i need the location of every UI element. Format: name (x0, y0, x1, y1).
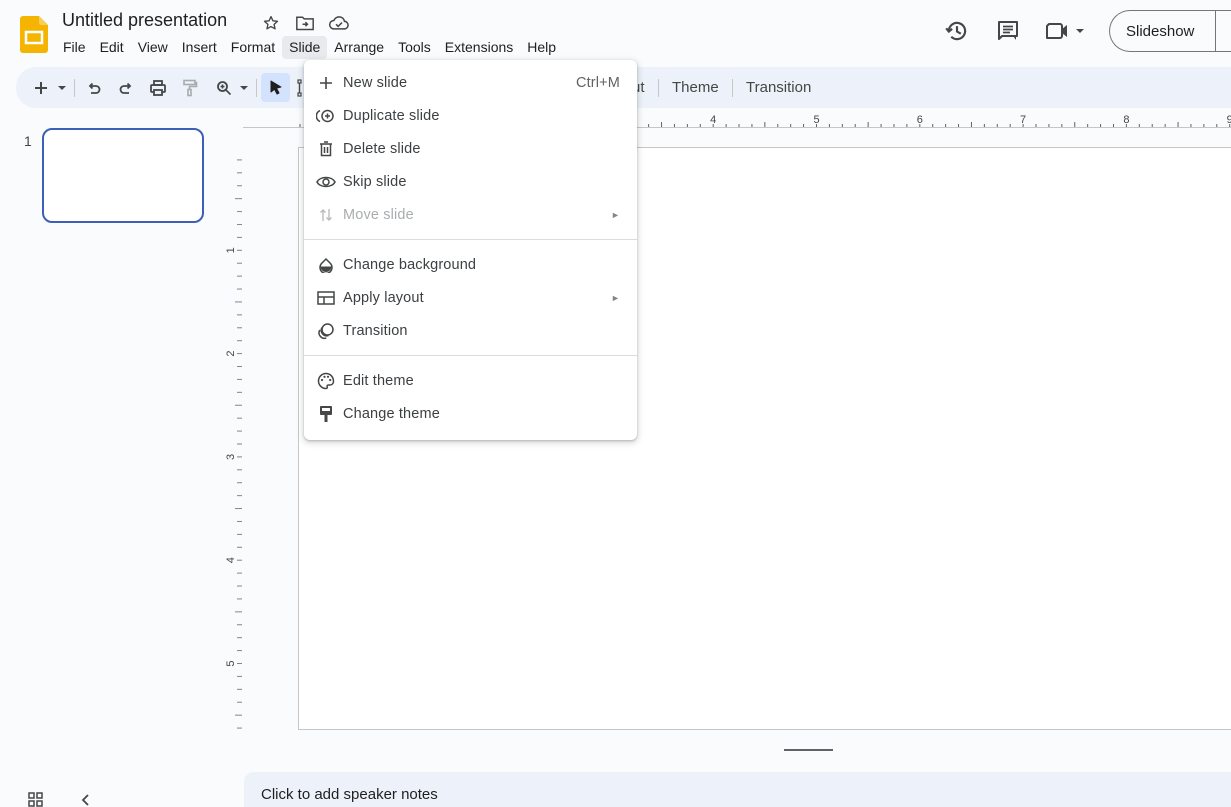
version-history-icon[interactable] (937, 11, 977, 51)
speaker-notes[interactable]: Click to add speaker notes (244, 772, 1231, 807)
palette-icon (316, 371, 336, 391)
background-drop-icon (316, 255, 336, 275)
new-slide-icon[interactable] (32, 67, 50, 108)
ruler-label: 1 (226, 247, 237, 253)
paint-roller-icon (316, 404, 336, 424)
menubar: File Edit View Insert Format Slide Arran… (56, 36, 563, 59)
menu-item-apply-layout[interactable]: Apply layout ► (304, 281, 637, 314)
eye-icon (316, 172, 336, 192)
ruler-label: 2 (226, 351, 237, 357)
move-to-folder-icon[interactable] (294, 12, 316, 34)
plus-icon (316, 73, 336, 93)
menu-item-duplicate-slide[interactable]: Duplicate slide (304, 99, 637, 132)
print-icon[interactable] (148, 67, 168, 108)
duplicate-icon (316, 106, 336, 126)
document-title[interactable]: Untitled presentation (62, 10, 227, 31)
slide-menu-dropdown: New slide Ctrl+M Duplicate slide Delete … (304, 60, 637, 440)
ruler-label: 3 (226, 454, 237, 460)
menu-item-move-slide[interactable]: Move slide ► (304, 198, 637, 231)
grid-view-icon[interactable] (28, 792, 44, 807)
toolbar-divider (658, 79, 659, 97)
menu-file[interactable]: File (56, 36, 93, 59)
menu-format[interactable]: Format (224, 36, 282, 59)
ruler-label: 7 (1020, 114, 1026, 126)
ruler-label: 8 (1123, 114, 1129, 126)
menu-item-delete-slide[interactable]: Delete slide (304, 132, 637, 165)
ruler-label: 4 (226, 557, 237, 563)
zoom-dropdown-icon[interactable] (238, 67, 250, 108)
menu-view[interactable]: View (131, 36, 175, 59)
move-arrows-icon (316, 205, 336, 225)
ruler-label: 9 (1227, 114, 1231, 126)
menu-item-edit-theme[interactable]: Edit theme (304, 364, 637, 397)
meet-camera-icon[interactable] (1039, 11, 1091, 51)
ruler-label: 4 (710, 114, 716, 126)
menu-item-change-theme[interactable]: Change theme (304, 397, 637, 430)
shortcut-label: Ctrl+M (576, 74, 620, 91)
toolbar-divider (74, 79, 75, 97)
menu-insert[interactable]: Insert (175, 36, 224, 59)
menu-arrange[interactable]: Arrange (327, 36, 391, 59)
cloud-saved-icon[interactable] (328, 12, 350, 34)
theme-button[interactable]: Theme (672, 67, 719, 108)
transition-button[interactable]: Transition (746, 67, 811, 108)
transition-icon (316, 321, 336, 341)
vertical-ruler[interactable]: 1 2 3 4 5 (226, 130, 246, 740)
menu-divider (304, 239, 637, 240)
meet-dropdown-icon (1076, 29, 1084, 33)
speaker-notes-placeholder: Click to add speaker notes (261, 786, 438, 803)
ruler-label: 5 (813, 114, 819, 126)
layout-icon (316, 288, 336, 308)
zoom-icon[interactable] (214, 67, 234, 108)
slide-number: 1 (24, 133, 32, 149)
comments-icon[interactable] (988, 11, 1028, 51)
menu-divider (304, 355, 637, 356)
ruler-label: 6 (917, 114, 923, 126)
toolbar-divider (256, 79, 257, 97)
menu-item-change-background[interactable]: Change background (304, 248, 637, 281)
menu-help[interactable]: Help (520, 36, 563, 59)
toolbar-divider (732, 79, 733, 97)
notes-resize-handle[interactable] (784, 749, 833, 751)
menu-edit[interactable]: Edit (93, 36, 131, 59)
submenu-arrow-icon: ► (610, 292, 620, 303)
slideshow-button[interactable]: Slideshow (1109, 10, 1215, 52)
menu-slide[interactable]: Slide (282, 36, 328, 59)
redo-icon[interactable] (116, 67, 136, 108)
menu-extensions[interactable]: Extensions (438, 36, 520, 59)
trash-icon (316, 139, 336, 159)
paint-format-icon[interactable] (180, 67, 200, 108)
star-icon[interactable] (260, 12, 282, 34)
menu-item-skip-slide[interactable]: Skip slide (304, 165, 637, 198)
menu-tools[interactable]: Tools (391, 36, 438, 59)
menu-item-transition[interactable]: Transition (304, 314, 637, 347)
submenu-arrow-icon: ► (610, 209, 620, 220)
slideshow-dropdown-button[interactable] (1215, 10, 1231, 52)
collapse-filmstrip-icon[interactable] (80, 793, 92, 807)
ruler-label: 5 (226, 660, 237, 666)
undo-icon[interactable] (84, 67, 104, 108)
slides-logo[interactable] (20, 16, 48, 53)
slide-thumbnail[interactable] (42, 128, 204, 223)
new-slide-dropdown-icon[interactable] (56, 67, 68, 108)
menu-item-new-slide[interactable]: New slide Ctrl+M (304, 66, 637, 99)
select-cursor-icon[interactable] (266, 67, 286, 108)
